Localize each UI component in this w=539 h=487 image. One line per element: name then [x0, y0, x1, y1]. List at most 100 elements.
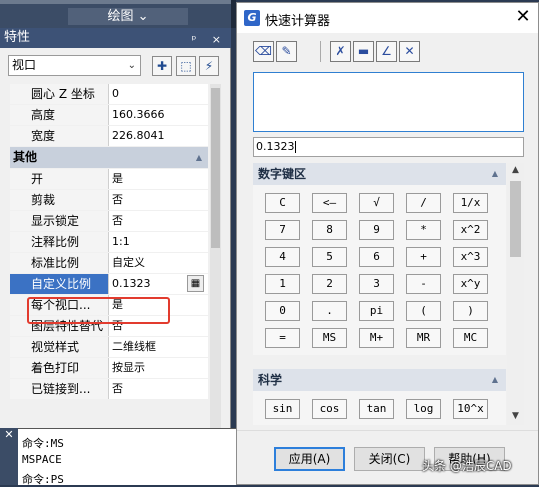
apply-button[interactable]: 应用(A) [274, 447, 345, 471]
calc-key[interactable]: 1/x [453, 193, 488, 213]
command-side-bar[interactable]: ✕ [0, 428, 18, 485]
custom-scale-value[interactable]: 0.1323 ▦ [109, 274, 208, 294]
calc-key[interactable]: x^3 [453, 247, 488, 267]
ruler-icon: ▬ [357, 44, 370, 58]
property-row[interactable]: 宽度 226.8041 [10, 126, 208, 146]
calc-key[interactable]: 8 [312, 220, 347, 240]
palette-scrollbar-thumb[interactable] [211, 88, 220, 248]
calc-key[interactable]: 4 [265, 247, 300, 267]
category-header-other[interactable]: 其他 ▲ [10, 147, 208, 168]
object-type-select[interactable]: 视口 ⌄ [8, 55, 141, 76]
clear-history-button[interactable]: ✎ [276, 41, 297, 62]
select-icon: ⬚ [180, 59, 192, 73]
scroll-down-icon[interactable]: ▼ [507, 411, 524, 421]
properties-palette: 特性 ᵖ × 视口 ⌄ ✚ ⬚ ⚡ 圆心 Z 坐标 0 高度 160.3666 … [0, 28, 231, 428]
numpad-header[interactable]: 数字键区 ▲ [253, 163, 506, 185]
property-row[interactable]: 开 是 [10, 169, 208, 189]
science-key[interactable]: log [406, 399, 441, 419]
palette-title-buttons[interactable]: ᵖ × [192, 30, 227, 50]
property-value[interactable]: 是 [109, 169, 208, 189]
calc-key[interactable]: M+ [359, 328, 394, 348]
property-value[interactable]: 否 [109, 190, 208, 210]
intersection-button[interactable]: ✕ [399, 41, 420, 62]
collapse-icon[interactable]: ▲ [196, 147, 202, 168]
close-dialog-button[interactable]: 关闭(C) [354, 447, 425, 471]
quick-select-button[interactable]: ⚡ [199, 56, 219, 76]
calc-key[interactable]: ) [453, 301, 488, 321]
calc-key[interactable]: 2 [312, 274, 347, 294]
calc-key[interactable]: MC [453, 328, 488, 348]
property-row[interactable]: 注释比例 1:1 [10, 232, 208, 252]
clear-button[interactable]: ⌫ [253, 41, 274, 62]
calc-key[interactable]: + [406, 247, 441, 267]
close-icon[interactable]: ✕ [0, 428, 18, 441]
dialog-title-bar[interactable]: G 快速计算器 ✕ [237, 3, 538, 33]
calc-key[interactable]: MR [406, 328, 441, 348]
ribbon-draw-panel-label[interactable]: 绘图 ⌄ [68, 8, 188, 25]
collapse-icon[interactable]: ▲ [492, 163, 498, 185]
science-header[interactable]: 科学 ▲ [253, 369, 506, 391]
science-key[interactable]: 10^x [453, 399, 488, 419]
science-key[interactable]: sin [265, 399, 300, 419]
select-objects-button[interactable]: ⬚ [176, 56, 196, 76]
property-value[interactable]: 二维线框 [109, 337, 208, 357]
property-row[interactable]: 已链接到... 否 [10, 379, 208, 399]
property-value[interactable]: 自定义 [109, 253, 208, 273]
property-value[interactable]: 1:1 [109, 232, 208, 252]
calculation-history[interactable] [253, 72, 524, 132]
calc-key[interactable]: * [406, 220, 441, 240]
property-value[interactable]: 否 [109, 211, 208, 231]
calc-key[interactable]: 6 [359, 247, 394, 267]
scroll-up-icon[interactable]: ▲ [507, 165, 524, 175]
calculator-icon[interactable]: ▦ [187, 275, 204, 292]
distance-button[interactable]: ▬ [353, 41, 374, 62]
calc-key[interactable]: / [406, 193, 441, 213]
science-key[interactable]: tan [359, 399, 394, 419]
property-row[interactable]: 标准比例 自定义 [10, 253, 208, 273]
dialog-scrollbar-thumb[interactable] [510, 181, 521, 257]
calc-key[interactable]: 3 [359, 274, 394, 294]
highlight-box [27, 297, 170, 324]
property-label: 宽度 [10, 126, 109, 146]
calc-key[interactable]: 5 [312, 247, 347, 267]
property-row[interactable]: 剪裁 否 [10, 190, 208, 210]
calc-key[interactable]: 9 [359, 220, 394, 240]
property-value[interactable]: 0 [109, 84, 208, 104]
palette-title-bar[interactable]: 特性 ᵖ × [0, 28, 231, 48]
property-label: 已链接到... [10, 379, 109, 399]
property-row[interactable]: 显示锁定 否 [10, 211, 208, 231]
property-row-custom-scale[interactable]: 自定义比例 0.1323 ▦ [10, 274, 208, 294]
get-coordinates-button[interactable]: ✗ [330, 41, 351, 62]
calc-key[interactable]: 7 [265, 220, 300, 240]
calc-key[interactable]: . [312, 301, 347, 321]
property-value: 0.1323 [112, 277, 151, 290]
property-value[interactable]: 160.3666 [109, 105, 208, 125]
edit-icon: ✎ [281, 44, 292, 58]
toggle-pickadd-button[interactable]: ✚ [152, 56, 172, 76]
calc-key[interactable]: pi [359, 301, 394, 321]
calc-key[interactable]: = [265, 328, 300, 348]
property-row[interactable]: 视觉样式 二维线框 [10, 337, 208, 357]
science-key[interactable]: cos [312, 399, 347, 419]
property-value[interactable]: 按显示 [109, 358, 208, 378]
calc-key[interactable]: MS [312, 328, 347, 348]
property-value[interactable]: 226.8041 [109, 126, 208, 146]
property-row[interactable]: 高度 160.3666 [10, 105, 208, 125]
calc-key[interactable]: C [265, 193, 300, 213]
calc-key[interactable]: ( [406, 301, 441, 321]
angle-button[interactable]: ∠ [376, 41, 397, 62]
close-button[interactable]: ✕ [513, 7, 533, 27]
plus-icon: ✚ [156, 59, 168, 73]
calc-key[interactable]: - [406, 274, 441, 294]
calc-key[interactable]: <— [312, 193, 347, 213]
calc-key[interactable]: x^2 [453, 220, 488, 240]
collapse-icon[interactable]: ▲ [492, 369, 498, 391]
property-row[interactable]: 圆心 Z 坐标 0 [10, 84, 208, 104]
calc-key[interactable]: x^y [453, 274, 488, 294]
calc-key[interactable]: 1 [265, 274, 300, 294]
expression-input[interactable]: 0.1323 [253, 137, 524, 157]
calc-key[interactable]: √ [359, 193, 394, 213]
property-value[interactable]: 否 [109, 379, 208, 399]
property-row[interactable]: 着色打印 按显示 [10, 358, 208, 378]
calc-key[interactable]: 0 [265, 301, 300, 321]
